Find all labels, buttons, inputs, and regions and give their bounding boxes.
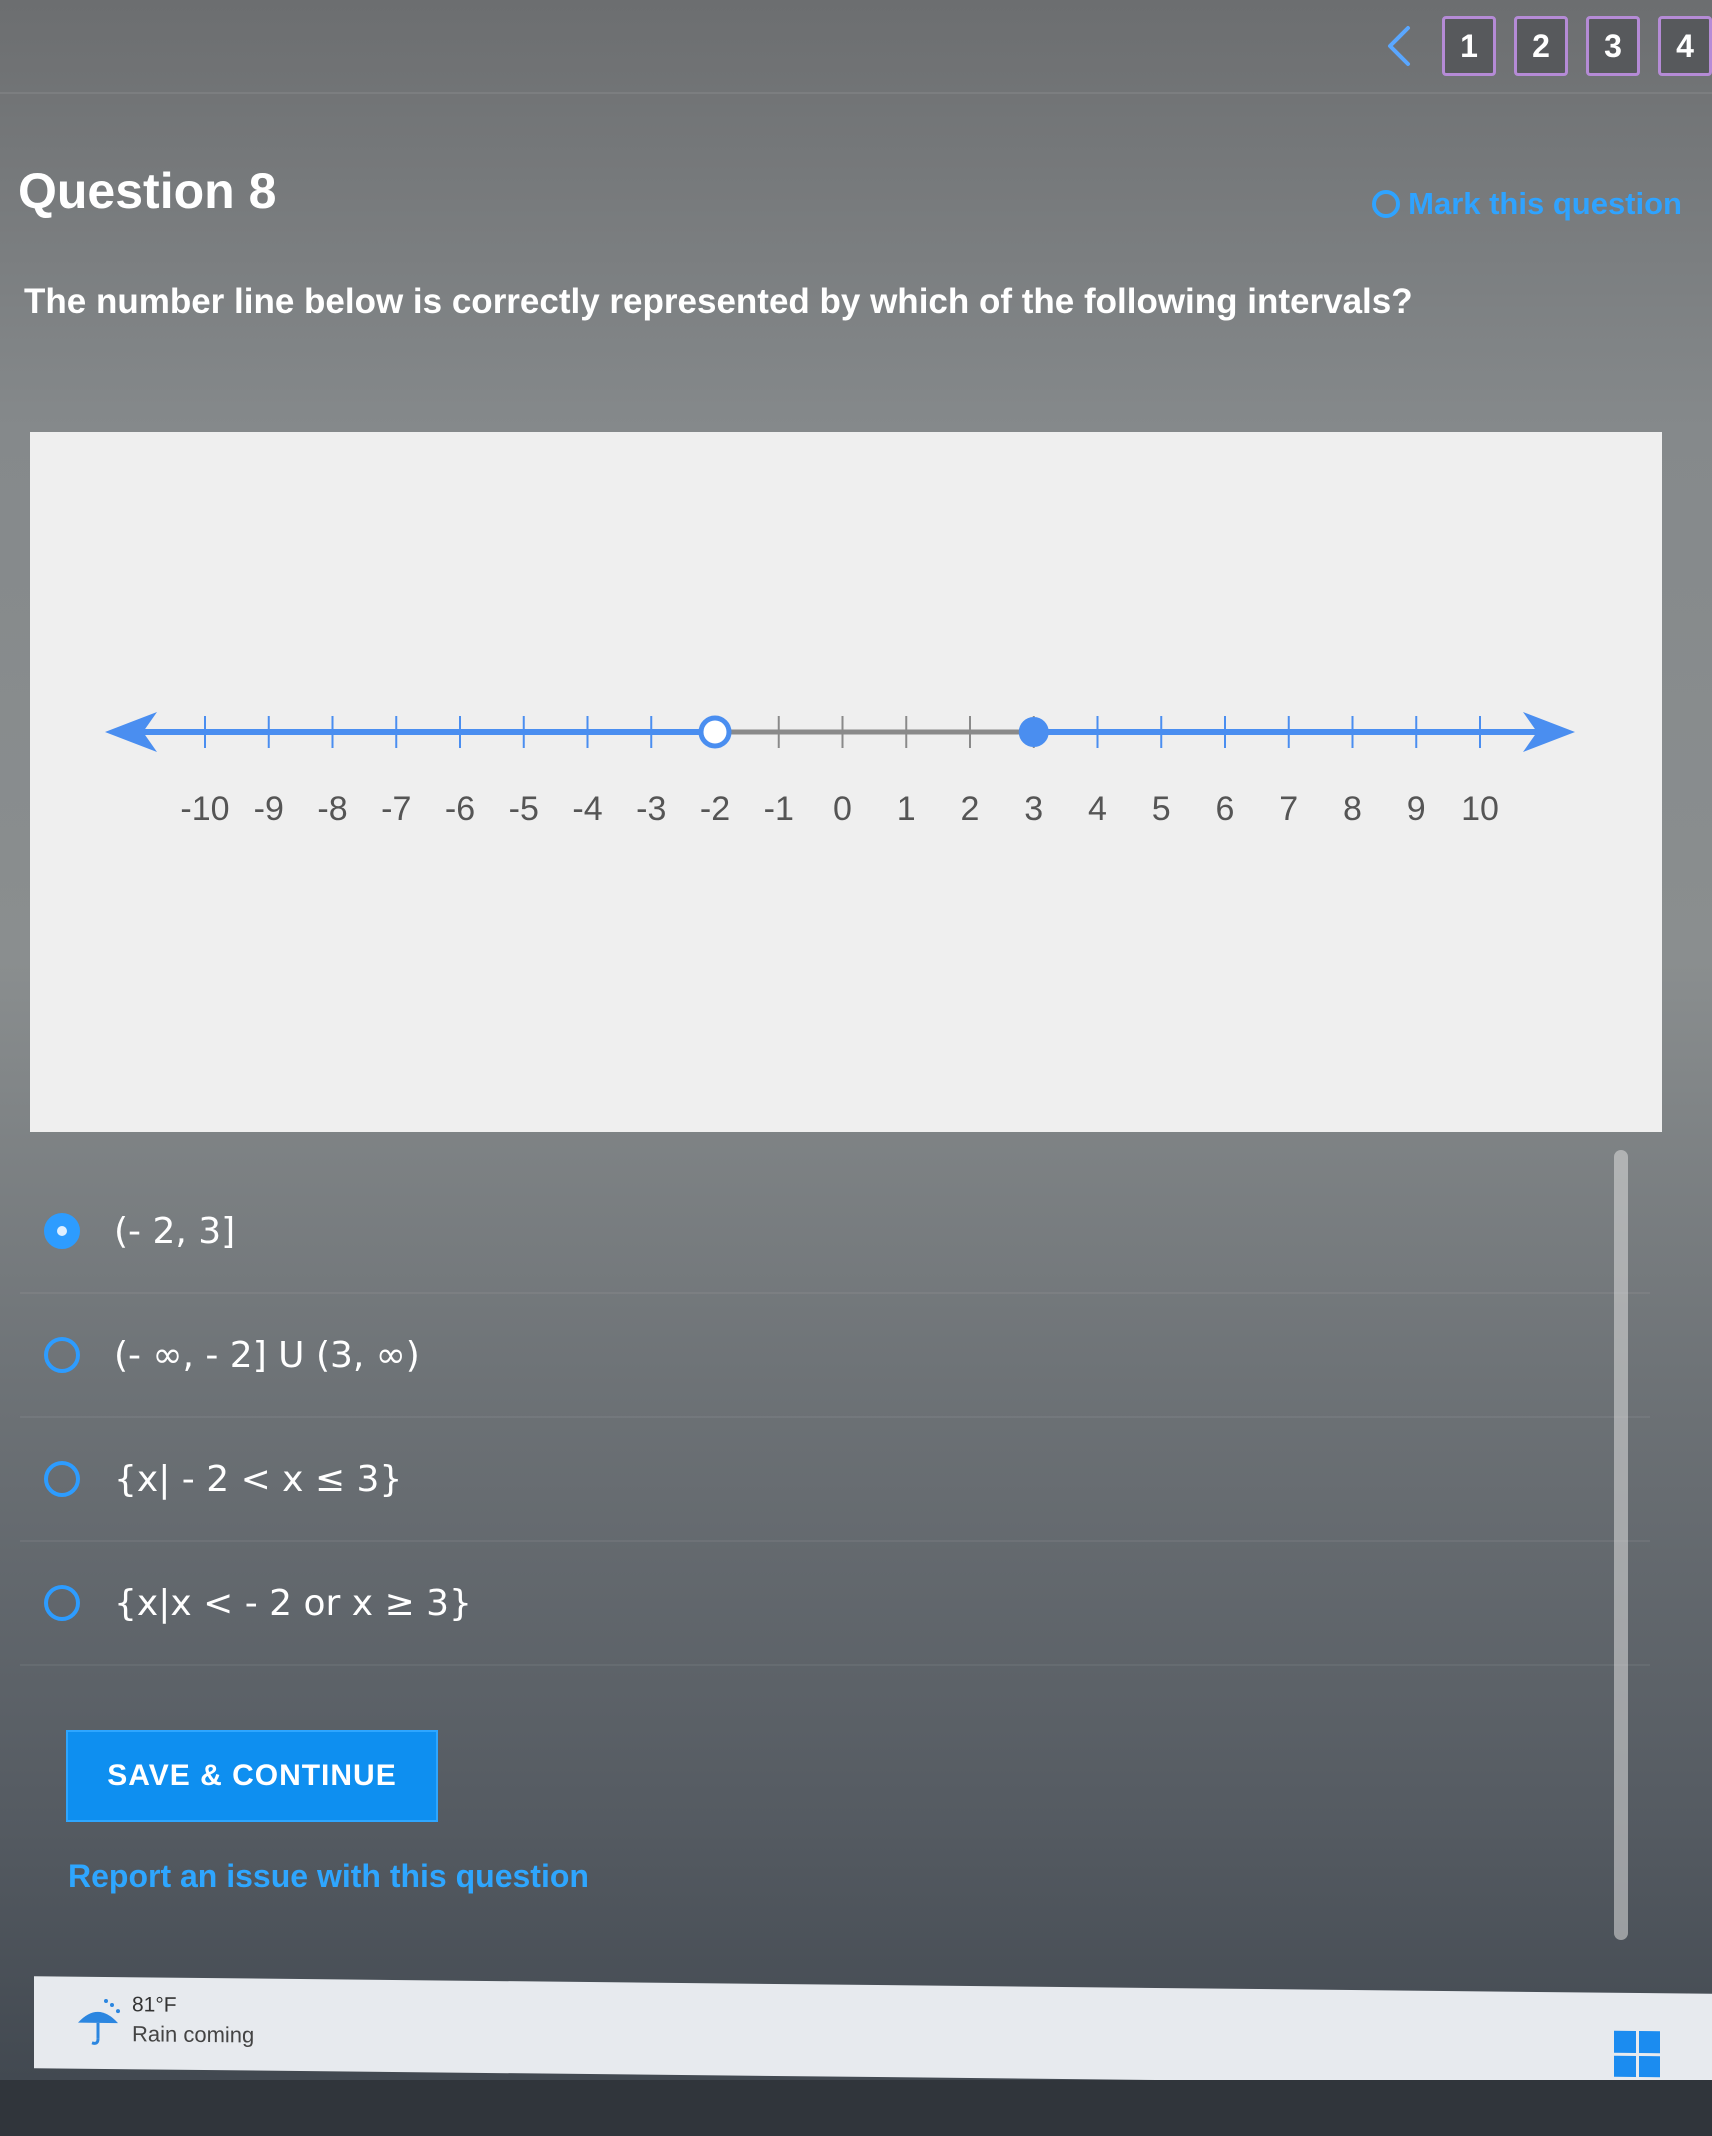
tick-label: 7 (1279, 790, 1298, 828)
question-pagination: 1 2 3 4 (1374, 16, 1712, 76)
screen-bottom-edge (0, 2080, 1712, 2136)
tick-label: -5 (509, 790, 539, 828)
tick-label: -7 (381, 790, 411, 828)
previous-page-button[interactable] (1374, 17, 1424, 75)
tick-label: 3 (1024, 790, 1043, 828)
question-title: Question 8 (18, 163, 277, 219)
save-continue-button[interactable]: SAVE & CONTINUE (66, 1730, 438, 1822)
tick-label: 8 (1343, 790, 1362, 828)
answer-option-2[interactable]: (- ∞, - 2] U (3, ∞) (20, 1294, 1650, 1418)
mark-circle-icon (1372, 190, 1401, 218)
tick-label: 6 (1216, 790, 1235, 828)
number-line-figure: -10 -9 -8 -7 -6 -5 -4 -3 -2 -1 0 1 2 3 4 5 6 7 8 9 10 (30, 432, 1662, 1132)
umbrella-rain-icon[interactable] (72, 1997, 124, 2050)
tick-label: 10 (1461, 790, 1499, 828)
radio-icon[interactable] (44, 1337, 80, 1373)
tick-label: -3 (636, 790, 666, 828)
radio-icon[interactable] (44, 1461, 80, 1497)
closed-endpoint (1018, 717, 1049, 747)
chevron-left-icon (1388, 26, 1410, 66)
tick-label: 0 (833, 790, 852, 828)
radio-selected-icon[interactable] (44, 1213, 80, 1249)
tick-label: 2 (961, 790, 980, 828)
tick-label: -2 (700, 790, 730, 828)
tick-label: -6 (445, 790, 475, 828)
answer-options: (- 2, 3] (- ∞, - 2] U (3, ∞) {x| - 2 < x… (20, 1170, 1650, 1666)
windows-taskbar: 81°F Rain coming (34, 1976, 1712, 2086)
page-button-2[interactable]: 2 (1514, 16, 1568, 76)
answer-option-label: {x|x < - 2 or x ≥ 3} (114, 1582, 472, 1624)
open-endpoint (698, 715, 732, 749)
answer-option-label: {x| - 2 < x ≤ 3} (114, 1458, 403, 1500)
answer-option-3[interactable]: {x| - 2 < x ≤ 3} (20, 1418, 1650, 1542)
tick-label: -1 (764, 790, 794, 828)
answer-option-1[interactable]: (- 2, 3] (20, 1170, 1650, 1294)
tick-label: 9 (1407, 790, 1426, 828)
question-prompt: The number line below is correctly repre… (24, 282, 1413, 321)
mark-question-label: Mark this question (1408, 186, 1682, 221)
tick-label: 4 (1088, 790, 1107, 828)
page-button-3[interactable]: 3 (1586, 16, 1640, 76)
windows-start-icon[interactable] (1614, 2030, 1660, 2078)
tick-label: -10 (180, 790, 229, 828)
radio-icon[interactable] (44, 1585, 80, 1621)
tick-label: -4 (572, 790, 602, 828)
number-line-graphic: -10 -9 -8 -7 -6 -5 -4 -3 -2 -1 0 1 2 3 4 5 6 7 8 9 10 (105, 712, 1575, 828)
page-button-1[interactable]: 1 (1442, 16, 1496, 76)
answer-option-label: (- 2, 3] (114, 1210, 236, 1252)
tick-label: -9 (254, 790, 284, 828)
weather-temperature: 81°F (132, 1993, 177, 2017)
weather-description: Rain coming (132, 2021, 255, 2048)
report-issue-link[interactable]: Report an issue with this question (68, 1858, 589, 1895)
tick-label: 1 (897, 790, 916, 828)
mark-question-toggle[interactable]: Mark this question (1372, 186, 1682, 222)
page-scrollbar[interactable] (1614, 1150, 1628, 1940)
tick-label: 5 (1152, 790, 1171, 828)
header-divider (0, 92, 1712, 94)
answer-option-label: (- ∞, - 2] U (3, ∞) (114, 1334, 420, 1376)
tick-label: -8 (317, 790, 347, 828)
answer-option-4[interactable]: {x|x < - 2 or x ≥ 3} (20, 1542, 1650, 1666)
page-button-4[interactable]: 4 (1658, 16, 1712, 76)
